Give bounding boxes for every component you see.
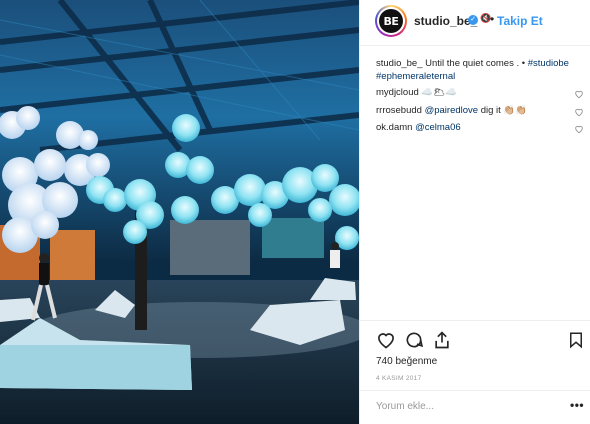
comment-item: mydjcloud ☁️🌥☁️ [376, 87, 457, 99]
comment-mention[interactable]: @celma06 [415, 122, 461, 133]
heart-icon[interactable] [574, 107, 584, 117]
action-bar [360, 320, 590, 321]
more-options-icon[interactable]: ••• [570, 398, 584, 412]
comment-username[interactable]: ok.damn [376, 122, 412, 133]
caption: studio_be_ Until the quiet comes . • #st… [376, 57, 586, 83]
share-icon[interactable] [432, 330, 452, 350]
post-date[interactable]: 4 KASIM 2017 [376, 375, 422, 382]
post-panel: BE studio_be_ ✓ 🔇 • Takip Et studio_be_ … [359, 0, 590, 424]
comment-item: rrrosebudd @pairedlove dig it 👏🏼👏🏼 [376, 105, 527, 117]
avatar[interactable]: BE [375, 5, 407, 37]
comment-text: dig it 👏🏼👏🏼 [480, 105, 528, 116]
heart-icon[interactable] [376, 330, 396, 350]
hashtag-link[interactable]: #ephemeraleternal [376, 71, 455, 82]
comment-mention[interactable]: @pairedlove [425, 105, 478, 116]
caption-text: Until the quiet comes . [425, 58, 520, 69]
photo-scene [0, 0, 359, 424]
comment-username[interactable]: mydjcloud [376, 87, 419, 98]
heart-icon[interactable] [574, 89, 584, 99]
bookmark-icon[interactable] [567, 330, 585, 350]
follow-button[interactable]: Takip Et [497, 14, 543, 28]
separator-dot: • [490, 12, 495, 26]
hashtag-link[interactable]: #studiobe [528, 58, 569, 69]
caption-username[interactable]: studio_be_ [376, 58, 422, 69]
comment-text: ☁️🌥☁️ [421, 87, 458, 98]
comment-icon[interactable] [404, 330, 424, 350]
caption-separator: • [521, 58, 526, 69]
verified-badge-icon: ✓ [468, 15, 478, 25]
comment-username[interactable]: rrrosebudd [376, 105, 422, 116]
post-photo[interactable] [0, 0, 359, 424]
heart-icon[interactable] [574, 124, 584, 134]
likes-count[interactable]: 740 beğenme [376, 356, 437, 367]
comment-item: ok.damn @celma06 [376, 122, 461, 134]
avatar-logo: BE [379, 9, 403, 33]
comment-input[interactable]: Yorum ekle... [376, 401, 434, 412]
